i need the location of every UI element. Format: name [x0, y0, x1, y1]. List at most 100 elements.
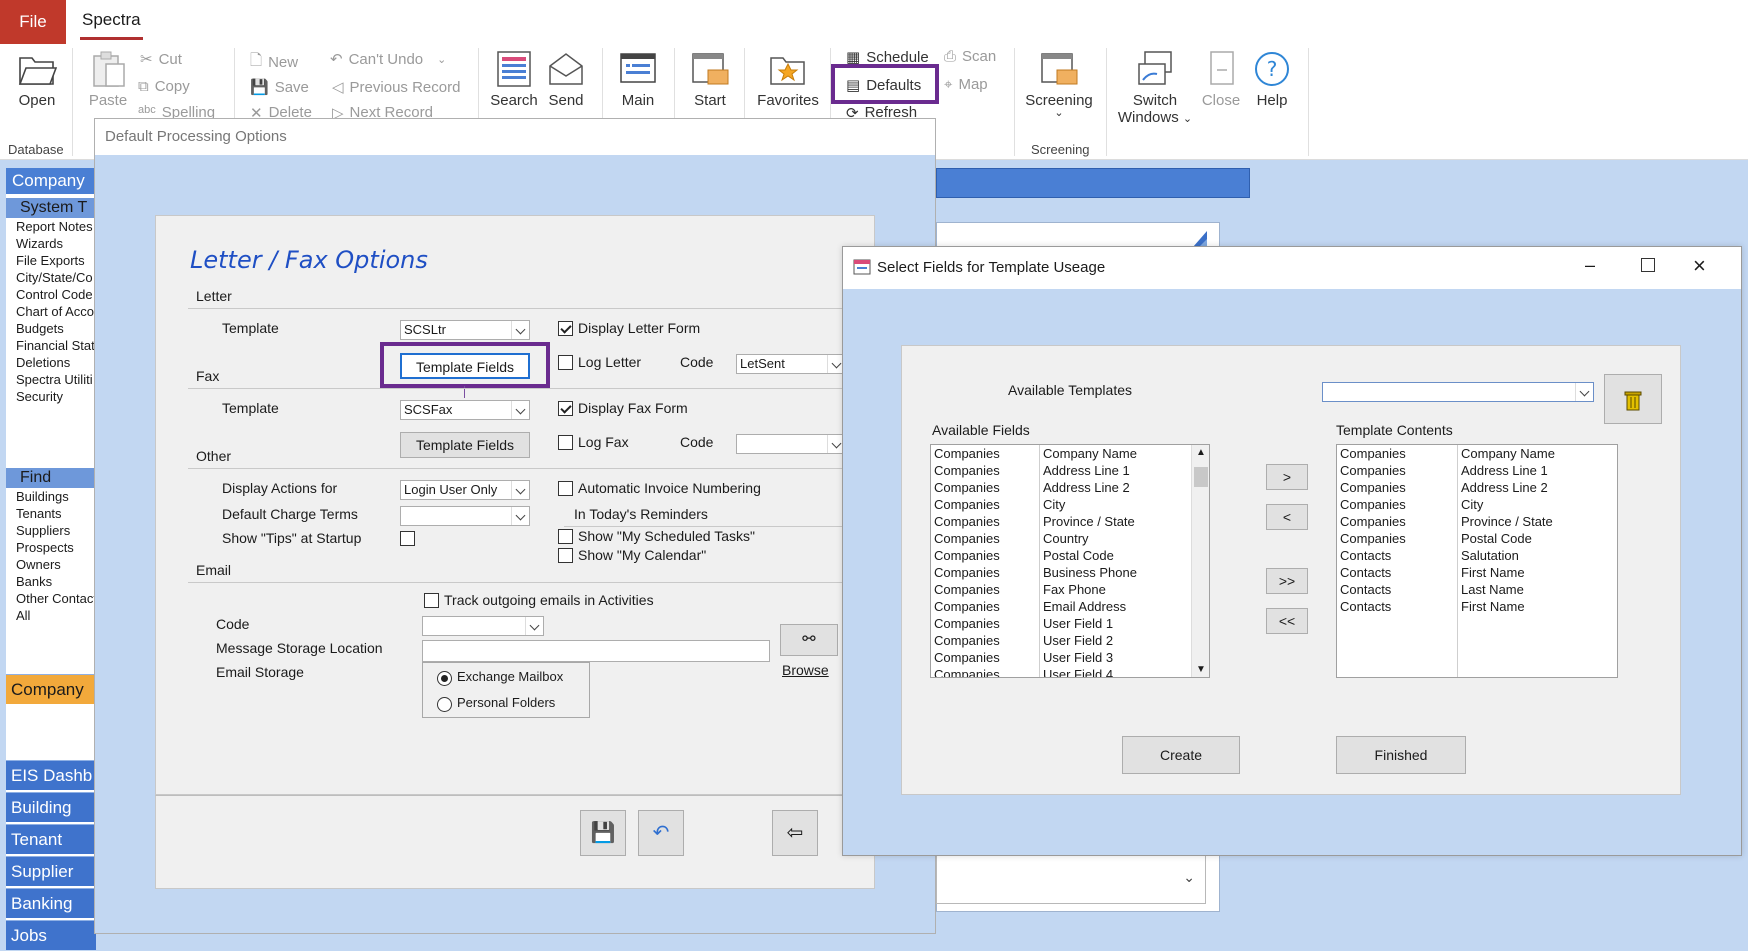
- log-fax-checkbox[interactable]: [558, 435, 573, 450]
- nav-section-system-tools[interactable]: System T: [6, 198, 96, 218]
- show-tips-checkbox[interactable]: [400, 531, 415, 546]
- list-item[interactable]: Companies Business Phone: [931, 564, 1209, 581]
- list-item[interactable]: Companies Company Name: [931, 445, 1209, 462]
- nav-group-tenant[interactable]: Tenant: [6, 824, 96, 854]
- list-item[interactable]: Companies Address Line 1: [931, 462, 1209, 479]
- map-button[interactable]: ⌖ Map: [944, 76, 988, 93]
- display-actions-select[interactable]: Login User Only: [400, 480, 530, 500]
- nav-group-supplier[interactable]: Supplier: [6, 856, 96, 886]
- personal-folders-radio[interactable]: [437, 697, 452, 712]
- list-item[interactable]: Companies User Field 4: [931, 666, 1209, 677]
- list-item[interactable]: Companies Company Name: [1337, 445, 1617, 462]
- nav-item[interactable]: City/State/Co: [16, 269, 96, 286]
- favorites-button[interactable]: Favorites: [756, 50, 820, 109]
- open-button[interactable]: Open: [12, 50, 62, 109]
- nav-item[interactable]: Owners: [16, 556, 96, 573]
- finished-button[interactable]: Finished: [1336, 736, 1466, 774]
- remove-all-button[interactable]: <<: [1266, 608, 1308, 634]
- nav-group-jobs[interactable]: Jobs: [6, 920, 96, 950]
- list-item[interactable]: Companies Country: [931, 530, 1209, 547]
- nav-group-banking[interactable]: Banking: [6, 888, 96, 918]
- search-button[interactable]: Search: [490, 50, 538, 109]
- nav-item[interactable]: Control Code: [16, 286, 96, 303]
- nav-item[interactable]: File Exports: [16, 252, 96, 269]
- nav-item[interactable]: Wizards: [16, 235, 96, 252]
- maximize-icon[interactable]: [1641, 258, 1655, 272]
- nav-item[interactable]: Chart of Acco: [16, 303, 96, 320]
- list-item[interactable]: Contacts Last Name: [1337, 581, 1617, 598]
- nav-item[interactable]: Spectra Utiliti: [16, 371, 96, 388]
- previous-record-button[interactable]: ◁ Previous Record: [332, 78, 460, 97]
- list-item[interactable]: Companies Postal Code: [931, 547, 1209, 564]
- nav-group-company[interactable]: Company: [6, 674, 96, 704]
- cut-button[interactable]: ✂ Cut: [140, 50, 182, 69]
- delete-button[interactable]: ✕ Delete: [250, 104, 312, 118]
- start-button[interactable]: Start: [686, 50, 734, 109]
- letter-template-select[interactable]: SCSLtr: [400, 320, 530, 340]
- list-item[interactable]: Companies User Field 3: [931, 649, 1209, 666]
- main-button[interactable]: Main: [614, 50, 662, 109]
- refresh-button[interactable]: ⟳ Refresh: [846, 104, 917, 118]
- nav-item[interactable]: Report Notes: [16, 218, 96, 235]
- exchange-mailbox-radio[interactable]: [437, 671, 452, 686]
- list-item[interactable]: Companies Postal Code: [1337, 530, 1617, 547]
- nav-item[interactable]: Other Contact: [16, 590, 96, 607]
- nav-group-eis-dashboard[interactable]: EIS Dashb: [6, 760, 96, 790]
- track-emails-checkbox[interactable]: [424, 593, 439, 608]
- switch-windows-button[interactable]: Switch Windows ⌄: [1112, 50, 1198, 126]
- show-calendar-checkbox[interactable]: [558, 548, 573, 563]
- list-item[interactable]: Contacts Salutation: [1337, 547, 1617, 564]
- list-item[interactable]: Companies Address Line 2: [1337, 479, 1617, 496]
- fax-template-select[interactable]: SCSFax: [400, 400, 530, 420]
- list-item[interactable]: Companies User Field 1: [931, 615, 1209, 632]
- minimize-icon[interactable]: –: [1585, 255, 1595, 276]
- tab-file[interactable]: File: [0, 0, 66, 44]
- remove-one-button[interactable]: <: [1266, 504, 1308, 530]
- list-item[interactable]: Companies Address Line 1: [1337, 462, 1617, 479]
- nav-item[interactable]: Banks: [16, 573, 96, 590]
- save-record-button[interactable]: 💾: [580, 810, 626, 856]
- delete-template-button[interactable]: [1604, 374, 1662, 424]
- undo-button[interactable]: ↶ Can't Undo ⌄: [330, 50, 446, 69]
- template-contents-list[interactable]: Companies Company Name Companies Address Li…: [1336, 444, 1618, 678]
- fax-template-fields-button[interactable]: Template Fields: [400, 432, 530, 458]
- show-tasks-checkbox[interactable]: [558, 529, 573, 544]
- nav-group-building[interactable]: Building: [6, 792, 96, 822]
- nav-item[interactable]: Security: [16, 388, 96, 405]
- nav-item[interactable]: Buildings: [16, 488, 96, 505]
- available-fields-list[interactable]: ▲ ▼ Companies Company Name Companies Addres…: [930, 444, 1210, 678]
- log-letter-checkbox[interactable]: [558, 355, 573, 370]
- add-all-button[interactable]: >>: [1266, 568, 1308, 594]
- default-charge-terms-select[interactable]: [400, 506, 530, 526]
- email-code-select[interactable]: [422, 616, 544, 636]
- nav-item[interactable]: Prospects: [16, 539, 96, 556]
- nav-item[interactable]: Budgets: [16, 320, 96, 337]
- list-item[interactable]: Contacts First Name: [1337, 564, 1617, 581]
- nav-section-find[interactable]: Find: [6, 468, 96, 488]
- letter-code-select[interactable]: LetSent: [736, 354, 846, 374]
- list-item[interactable]: Companies Address Line 2: [931, 479, 1209, 496]
- send-button[interactable]: Send: [544, 50, 588, 109]
- copy-button[interactable]: ⧉ Copy: [138, 78, 190, 95]
- display-letter-form-checkbox[interactable]: [558, 321, 573, 336]
- display-fax-form-checkbox[interactable]: [558, 401, 573, 416]
- paste-button[interactable]: Paste: [86, 50, 130, 109]
- list-item[interactable]: Companies Province / State: [931, 513, 1209, 530]
- nav-item[interactable]: Tenants: [16, 505, 96, 522]
- screening-button[interactable]: Screening ⌄: [1024, 50, 1094, 119]
- create-button[interactable]: Create: [1122, 736, 1240, 774]
- browse-label[interactable]: Browse: [782, 662, 829, 678]
- list-item[interactable]: Companies City: [1337, 496, 1617, 513]
- close-icon[interactable]: ×: [1693, 253, 1706, 279]
- nav-item[interactable]: Financial Stat: [16, 337, 96, 354]
- browse-button[interactable]: ⚯: [780, 624, 838, 656]
- close-button[interactable]: Close: [1196, 50, 1246, 109]
- nav-item[interactable]: Deletions: [16, 354, 96, 371]
- list-item[interactable]: Contacts First Name: [1337, 598, 1617, 615]
- undo-button[interactable]: ↶: [638, 810, 684, 856]
- scan-button[interactable]: ⎙ Scan: [944, 48, 996, 65]
- list-item[interactable]: Companies Email Address: [931, 598, 1209, 615]
- exit-button[interactable]: ⇦: [772, 810, 818, 856]
- next-record-button[interactable]: ▷ Next Record: [332, 104, 433, 118]
- list-item[interactable]: Companies User Field 2: [931, 632, 1209, 649]
